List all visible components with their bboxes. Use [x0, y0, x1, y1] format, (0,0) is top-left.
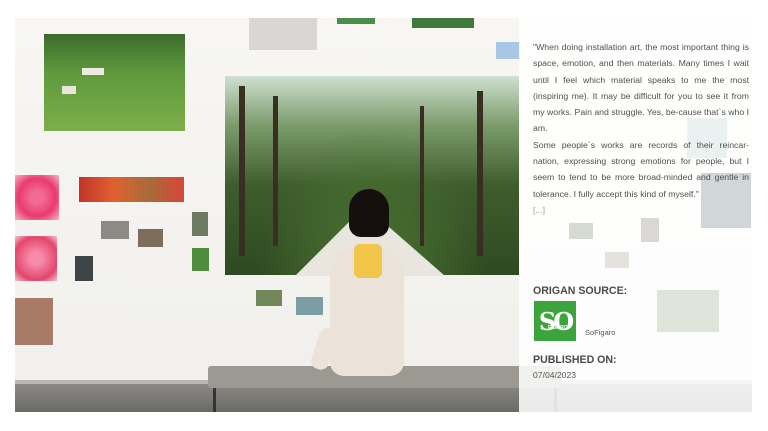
wall-photo-flowers	[15, 236, 57, 281]
quote-paragraph: Some people`s works are records of their…	[533, 139, 749, 199]
wall-photo	[192, 212, 208, 236]
wall-photo	[75, 256, 93, 281]
ghost-photo	[605, 252, 629, 268]
read-more-ellipsis[interactable]: [...]	[533, 202, 749, 218]
source-name[interactable]: SoFigaro	[585, 328, 615, 337]
wall-photo	[15, 298, 53, 345]
wall-photo-grass	[44, 34, 185, 131]
tree-trunk	[239, 86, 245, 256]
tree-trunk	[477, 91, 483, 256]
article-card: "When doing installation art, the most i…	[15, 18, 752, 412]
bench-legs	[213, 388, 557, 412]
quote-paragraph: "When doing installation art, the most i…	[533, 42, 749, 134]
chair-shape	[62, 86, 76, 94]
sofigaro-logo[interactable]: SO FIGARO	[534, 301, 576, 341]
source-heading: ORIGAN SOURCE:	[533, 285, 628, 297]
wall-photo	[337, 18, 375, 24]
tree-trunk	[273, 96, 278, 246]
wall-photo	[192, 248, 209, 271]
info-panel: "When doing installation art, the most i…	[519, 18, 752, 412]
ghost-photo	[569, 223, 593, 239]
published-heading: PUBLISHED ON:	[533, 354, 617, 366]
logo-word: FIGARO	[548, 325, 568, 331]
wall-photo	[101, 221, 129, 239]
wall-photo-flowers	[15, 175, 59, 220]
person-hood	[354, 244, 382, 278]
person-head	[349, 189, 389, 237]
ghost-photo	[641, 218, 659, 242]
wall-photo	[496, 42, 520, 59]
ghost-photo	[657, 290, 719, 332]
published-date: 07/04/2023	[533, 370, 577, 380]
wall-photo	[296, 297, 323, 315]
wall-photo	[256, 290, 282, 306]
table-shape	[82, 68, 104, 75]
wall-photo	[138, 229, 163, 247]
wall-photo-flowers	[79, 177, 184, 202]
wall-photo	[249, 18, 317, 50]
wall-photo	[412, 18, 474, 28]
logo-mark: SO	[538, 306, 574, 336]
article-quote: "When doing installation art, the most i…	[533, 39, 749, 218]
